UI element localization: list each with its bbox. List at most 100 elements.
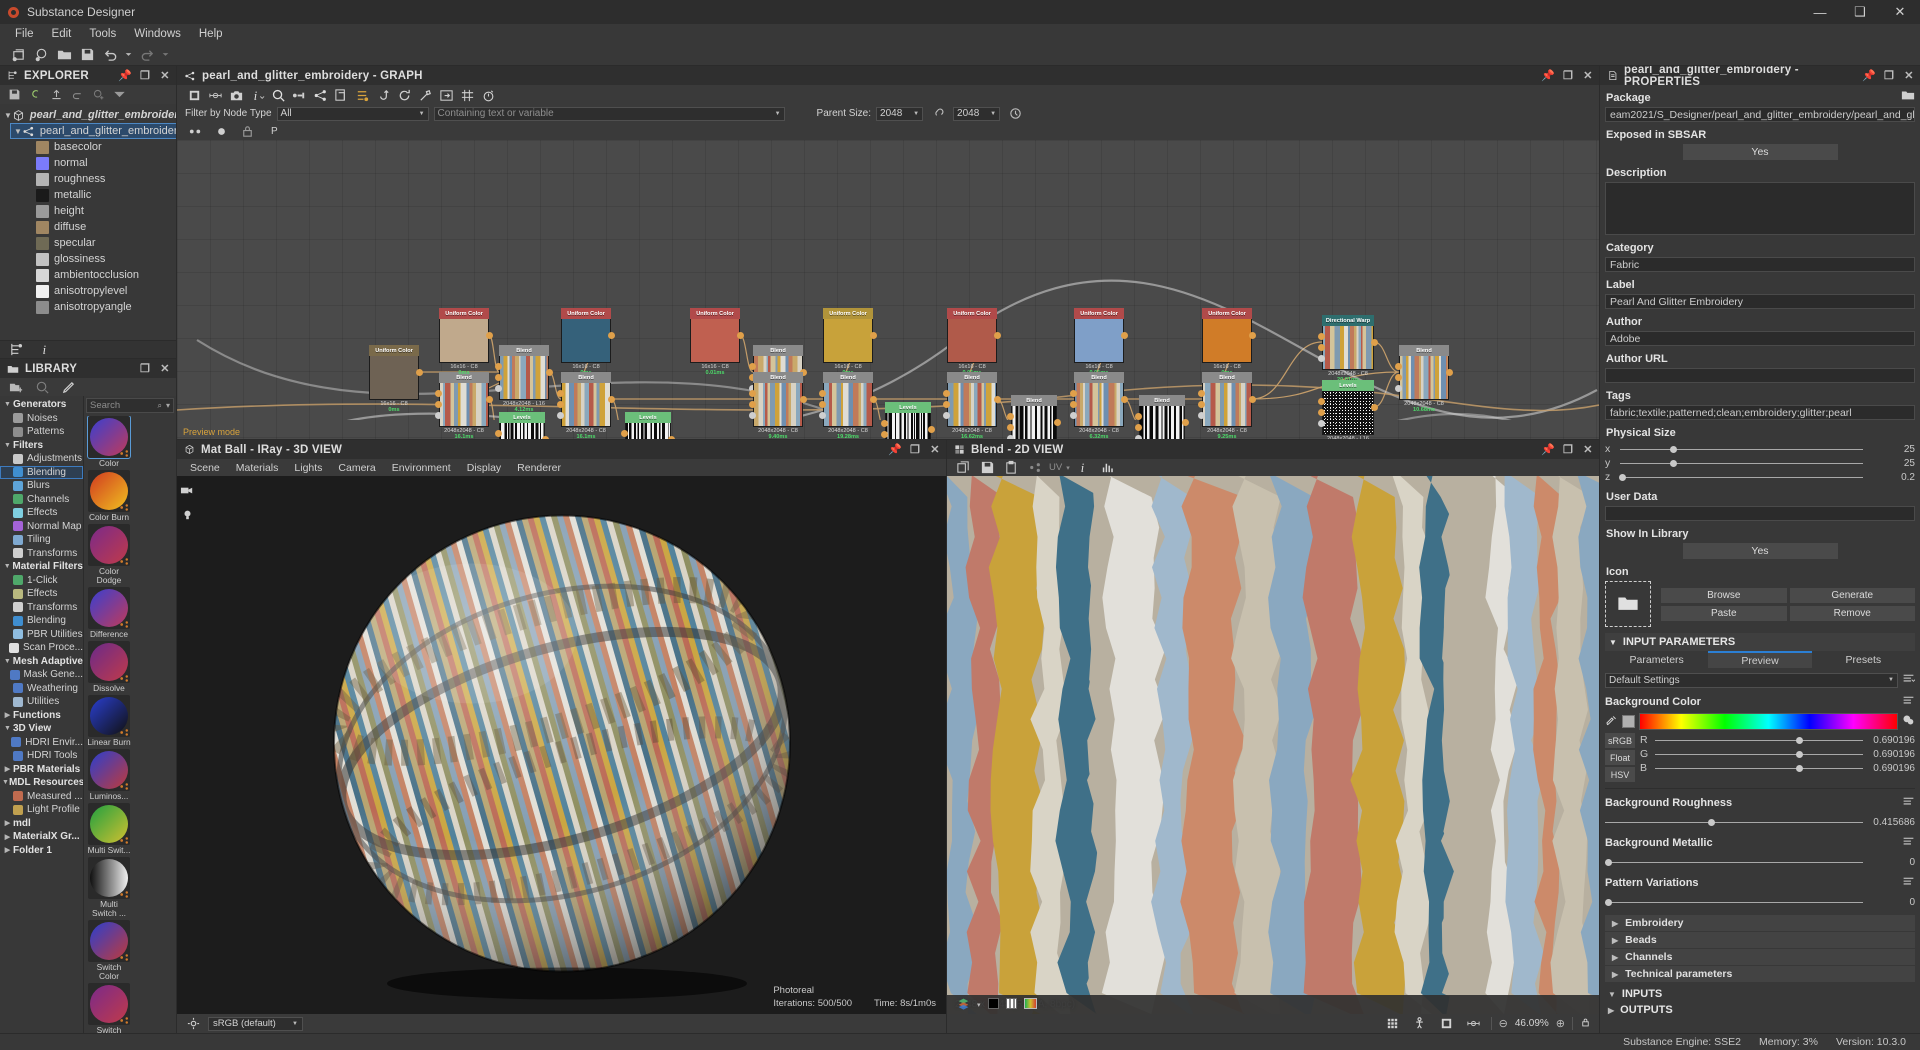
float-button[interactable]: Float	[1605, 750, 1635, 765]
tree-output-diffuse[interactable]: diffuse	[0, 219, 176, 235]
chevron-down-icon[interactable]: ▼	[2, 442, 13, 449]
chevron-right-icon[interactable]: ▶	[1612, 970, 1618, 979]
close-icon[interactable]: ✕	[1581, 443, 1595, 456]
info-icon[interactable]: i	[36, 342, 52, 357]
graph-node[interactable]: Uniform Color16x16 - C80.01ms	[947, 308, 997, 376]
tree-output-roughness[interactable]: roughness	[0, 171, 176, 187]
node-connector[interactable]	[819, 390, 826, 397]
library-search-input[interactable]: Search ⌕ ▾	[86, 398, 174, 413]
node-connector[interactable]	[542, 436, 549, 439]
graph-node[interactable]: Uniform Color16x16 - C80ms	[823, 308, 873, 376]
chevron-right-icon[interactable]: ▶	[1608, 1006, 1614, 1015]
chevron-right-icon[interactable]: ▶	[2, 846, 13, 854]
undo-icon[interactable]	[100, 46, 120, 64]
library-category-mask-gene[interactable]: Mask Gene...	[0, 668, 83, 682]
menu-file[interactable]: File	[6, 26, 43, 42]
pin-icon[interactable]: 📌	[1541, 443, 1555, 456]
srgb-button[interactable]: sRGB	[1605, 733, 1635, 748]
node-connector[interactable]	[928, 426, 935, 433]
node-connector[interactable]	[1318, 344, 1325, 351]
minimize-button[interactable]: —	[1800, 0, 1840, 24]
substance-icon[interactable]	[27, 87, 44, 103]
graph-node[interactable]: Levels2048x2048 - L162.27ms	[885, 402, 931, 439]
library-category-generators[interactable]: ▼Generators	[0, 398, 83, 412]
tree-output-anisotropyangle[interactable]: anisotropyangle	[0, 299, 176, 315]
node-connector[interactable]	[668, 436, 675, 439]
graph-node[interactable]: Blend2048x2048 - C810.68ms	[1399, 345, 1449, 413]
uv-icon[interactable]	[1025, 459, 1045, 477]
node-connector[interactable]	[416, 369, 423, 376]
library-category-folder-1[interactable]: ▶Folder 1	[0, 844, 83, 858]
library-category-filters[interactable]: ▼Filters	[0, 439, 83, 453]
view3d-menu-renderer[interactable]: Renderer	[510, 461, 568, 475]
dropdown-icon[interactable]	[111, 87, 128, 103]
library-item[interactable]: Dissolve	[87, 641, 131, 693]
node-connector[interactable]	[1070, 390, 1077, 397]
chevron-down-icon[interactable]: ▼	[14, 127, 22, 136]
preset-select[interactable]: Default Settings ▼	[1605, 673, 1898, 688]
graph-node[interactable]: Blend2048x2048 - L162.47ms	[1011, 395, 1057, 439]
hue-band[interactable]	[1639, 713, 1898, 730]
eyedropper-icon[interactable]	[1605, 714, 1618, 730]
graph-node[interactable]: Blend2048x2048 - C816.1ms	[561, 372, 611, 439]
library-category-blending[interactable]: Blending	[0, 466, 83, 480]
undo-dropdown-icon[interactable]	[123, 46, 134, 64]
copy-icon[interactable]	[953, 459, 973, 477]
chevron-down-icon[interactable]: ▾	[166, 401, 170, 411]
tab-parameters[interactable]: Parameters	[1605, 651, 1708, 668]
histogram-icon[interactable]	[1098, 459, 1118, 477]
library-category-adjustments[interactable]: Adjustments	[0, 452, 83, 466]
graph-node[interactable]: Levels2048x2048 - L163.01ms	[625, 412, 671, 439]
node-connector[interactable]	[870, 396, 877, 403]
align-icon[interactable]	[206, 86, 225, 104]
curve-icon[interactable]	[374, 86, 393, 104]
library-category-effects[interactable]: Effects	[0, 506, 83, 520]
icon-remove-button[interactable]: Remove	[1790, 606, 1916, 621]
float-icon[interactable]: ❐	[138, 69, 152, 82]
library-category-mdl-resources[interactable]: ▼MDL Resources	[0, 776, 83, 790]
reload-icon[interactable]	[395, 86, 414, 104]
bg-color-B-slider[interactable]	[1655, 761, 1863, 775]
close-icon[interactable]: ✕	[158, 69, 172, 82]
chevron-down-icon[interactable]: ▼	[908, 111, 919, 117]
node-connector[interactable]	[1395, 374, 1402, 381]
node-connector[interactable]	[546, 369, 553, 376]
library-category-hdri-envir[interactable]: HDRI Envir...	[0, 736, 83, 750]
uv-dropdown-icon[interactable]: ▾	[1066, 464, 1070, 472]
link-size-icon[interactable]	[928, 105, 948, 123]
redo-dropdown-icon[interactable]	[160, 46, 171, 64]
library-item[interactable]: Luminos...	[87, 749, 131, 801]
pattern-variations-slider[interactable]	[1605, 895, 1863, 909]
node-connector[interactable]	[1007, 413, 1014, 420]
node-connector[interactable]	[608, 332, 615, 339]
frame-all-icon[interactable]	[185, 86, 204, 104]
chevron-down-icon[interactable]: ▼	[985, 111, 996, 117]
node-connector[interactable]	[495, 430, 502, 437]
tree-output-metallic[interactable]: metallic	[0, 187, 176, 203]
save-icon[interactable]	[977, 459, 997, 477]
node-connector[interactable]	[800, 396, 807, 403]
node-connector[interactable]	[557, 390, 564, 397]
library-category-hdri-tools[interactable]: HDRI Tools	[0, 749, 83, 763]
library-item[interactable]: Multi Switch ...	[87, 857, 131, 918]
new-graph-icon[interactable]	[31, 46, 51, 64]
physical-size-y-slider[interactable]	[1620, 456, 1863, 470]
library-category-functions[interactable]: ▶Functions	[0, 709, 83, 723]
node-connector[interactable]	[819, 401, 826, 408]
save-icon[interactable]	[6, 87, 23, 103]
library-category-tiling[interactable]: Tiling	[0, 533, 83, 547]
library-category-mdl[interactable]: ▶mdl	[0, 817, 83, 831]
chevron-right-icon[interactable]: ▶	[1612, 936, 1618, 945]
graph-node[interactable]: Blend2048x2048 - L163.63ms	[1139, 395, 1185, 439]
duplicate-icon[interactable]	[332, 86, 351, 104]
library-category-normal-map[interactable]: Normal Map	[0, 520, 83, 534]
author-field[interactable]: Adobe	[1605, 331, 1915, 346]
tree-output-anisotropylevel[interactable]: anisotropylevel	[0, 283, 176, 299]
library-category-transforms[interactable]: Transforms	[0, 547, 83, 561]
node-io-icon[interactable]	[185, 122, 205, 140]
node-connector[interactable]	[1318, 355, 1325, 362]
node-connector[interactable]	[749, 401, 756, 408]
view3d-menu-environment[interactable]: Environment	[385, 461, 458, 475]
parent-size-x-select[interactable]: 2048 ▼	[876, 107, 923, 121]
settings-icon[interactable]	[183, 1015, 203, 1033]
